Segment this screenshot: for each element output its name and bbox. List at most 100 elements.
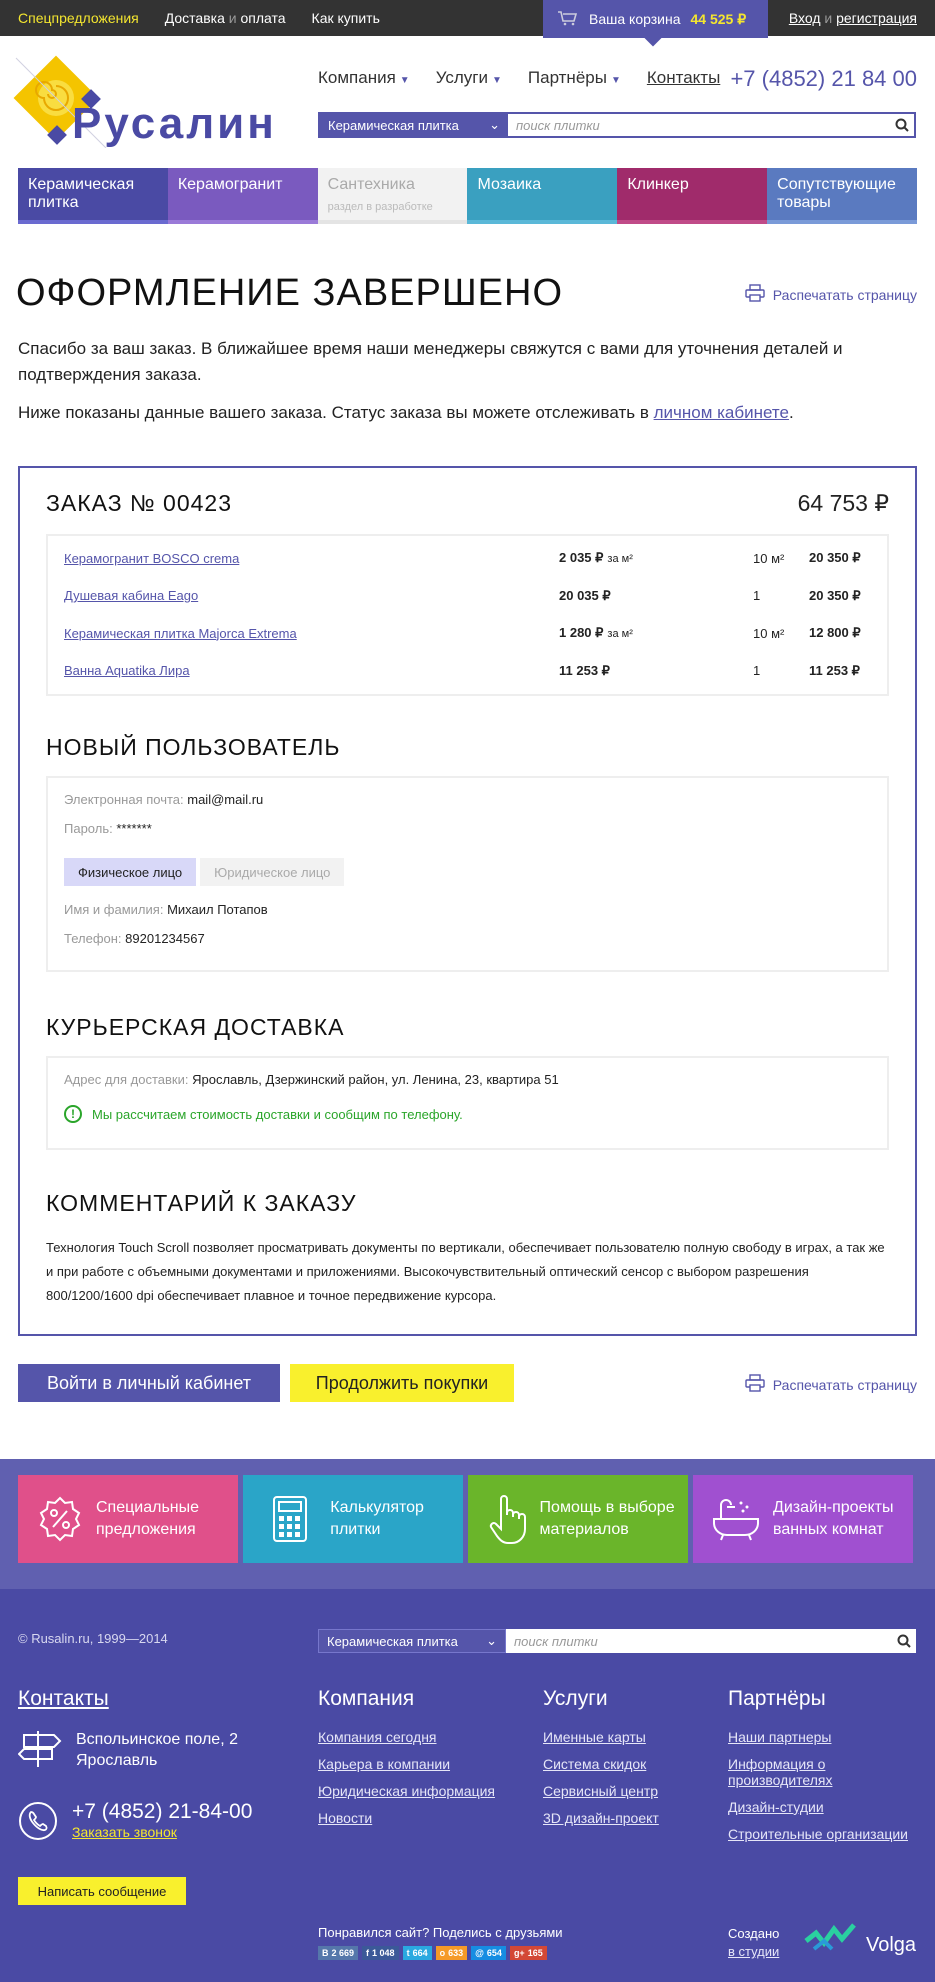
order-item-row: Керамическая плитка Majorca Extrema 1 280… [64, 615, 874, 651]
search-icon[interactable] [892, 1629, 916, 1653]
tab-legal-entity[interactable]: Юридическое лицо [200, 858, 345, 886]
order-item-qty: 10 м² [753, 551, 809, 566]
footer-link[interactable]: Именные карты [543, 1729, 723, 1745]
nav-item-services[interactable]: Услуги ▼ [436, 68, 502, 88]
header: Русалин Компания ▼ Услуги ▼ Партнёры ▼ Конт… [0, 36, 935, 166]
footer-link[interactable]: 3D дизайн-проект [543, 1810, 723, 1826]
address-row: Адрес для доставки: Ярославль, Дзержинск… [64, 1072, 871, 1087]
print-page-label: Распечатать страницу [772, 286, 917, 303]
promo-label: Специальные предложения [96, 1499, 200, 1538]
delivery-link[interactable]: Доставка и оплата [165, 10, 286, 26]
write-message-button[interactable]: Написать сообщение [18, 1877, 186, 1905]
cabinet-link[interactable]: личном кабинете [654, 403, 789, 422]
name-label: Имя и фамилия: [64, 902, 164, 917]
search-input[interactable]: поиск плитки [508, 114, 890, 136]
order-item-name-text: Душевая кабина Eago [64, 588, 199, 603]
footer-link[interactable]: Новости [318, 1810, 518, 1826]
category-tiles: Керамическая плитка Керамогранит Сантехник… [18, 168, 917, 224]
nav-item-contacts[interactable]: Контакты [647, 68, 720, 88]
category-tile[interactable]: Сопутствующие товары [767, 168, 917, 224]
promo-calculator[interactable]: Калькулятор плитки [243, 1475, 463, 1563]
special-offers-link[interactable]: Спецпредложения [18, 10, 139, 26]
search-category-select[interactable]: Керамическая плитка ⌄ [320, 114, 508, 136]
volga-logo[interactable]: Volga [804, 1913, 916, 1957]
nav-item-partners[interactable]: Партнёры ▼ [528, 68, 621, 88]
share-count: 2 669 [331, 1948, 355, 1958]
footer-link[interactable]: Карьера в компании [318, 1756, 518, 1772]
nav-item-company[interactable]: Компания ▼ [318, 68, 410, 88]
share-button[interactable]: t 664 [402, 1946, 432, 1960]
category-tile[interactable]: Клинкер [617, 168, 768, 224]
studio-link[interactable]: в студии [728, 1944, 779, 1959]
order-item-qty-text: 10 м² [753, 550, 785, 566]
order-item-price-text: 1 280 ₽ [559, 625, 604, 640]
order-total: 64 753 ₽ [797, 490, 889, 516]
top-bar: Спецпредложения Доставка и оплата Как ку… [0, 0, 935, 47]
category-tile[interactable]: Сантехника раздел в разработке [317, 168, 468, 224]
search-icon[interactable] [890, 114, 914, 136]
footer-phone[interactable]: +7 (4852) 21-84-00 [72, 1801, 252, 1822]
search-category-select[interactable]: Керамическая плитка ⌄ [318, 1629, 506, 1653]
footer-link[interactable]: Система скидок [543, 1756, 723, 1772]
comment-section-title: КОММЕНТАРИЙ К ЗАКАЗУ [46, 1190, 357, 1216]
search-input[interactable]: поиск плитки [506, 1629, 892, 1653]
order-item-qty-text: 10 м² [753, 625, 785, 641]
share-button[interactable]: В2 669 [318, 1946, 359, 1960]
print-page-link[interactable]: Распечатать страницу [745, 1374, 917, 1395]
order-item-name[interactable]: Керамогранит BOSCO crema [64, 551, 559, 566]
order-item-name[interactable]: Душевая кабина Eago [64, 588, 559, 603]
category-tile[interactable]: Мозаика [467, 168, 618, 224]
tab-individual[interactable]: Физическое лицо [64, 858, 197, 886]
category-tile[interactable]: Керамогранит [167, 168, 318, 224]
category-tile[interactable]: Керамическая плитка [18, 168, 168, 224]
phone-row: Телефон: 89201234567 [64, 931, 871, 946]
page-title: ОФОРМЛЕНИЕ ЗАВЕРШЕНО [16, 272, 564, 314]
promo-bath-design[interactable]: Дизайн-проекты ванных комнат [693, 1475, 913, 1563]
footer-link[interactable]: Сервисный центр [543, 1783, 723, 1799]
share-button[interactable]: f1 048 [362, 1946, 399, 1960]
header-search: Керамическая плитка ⌄ поиск плитки [318, 112, 916, 138]
footer-link[interactable]: Юридическая информация [318, 1783, 518, 1799]
how-to-buy-link[interactable]: Как купить [312, 10, 380, 26]
footer-link[interactable]: Компания сегодня [318, 1729, 518, 1745]
footer-link[interactable]: Строительные организации [728, 1826, 928, 1842]
and-word: и [228, 10, 237, 26]
footer-link[interactable]: Дизайн-студии [728, 1799, 928, 1815]
address-label: Адрес для доставки: [64, 1072, 189, 1087]
chevron-down-icon: ▼ [610, 75, 621, 86]
share-button[interactable]: о 633 [435, 1946, 468, 1960]
login-cabinet-button[interactable]: Войти в личный кабинет [18, 1364, 280, 1402]
promo-label: Помощь в выборе материалов [539, 1499, 675, 1538]
order-item-name[interactable]: Керамическая плитка Majorca Extrema [64, 626, 559, 641]
footer-link[interactable]: Наши партнеры [728, 1729, 928, 1745]
footer-link[interactable]: Информация о производителях [728, 1756, 928, 1788]
order-item-qty: 1 [753, 663, 809, 678]
share-count: 633 [448, 1948, 464, 1958]
login-link[interactable]: Вход [789, 10, 821, 26]
phone-label: Телефон: [64, 931, 122, 946]
footer-contacts-title[interactable]: Контакты [18, 1687, 278, 1711]
share-button[interactable]: g+ 165 [509, 1946, 547, 1960]
share-button[interactable]: @654 [471, 1946, 506, 1960]
footer-phone-block: +7 (4852) 21-84-00 Заказать звонок [18, 1801, 278, 1847]
promo-help-choosing[interactable]: Помощь в выборе материалов [468, 1475, 688, 1563]
delivery-word[interactable]: Доставка [165, 10, 225, 26]
share-title: Понравился сайт? Поделись с друзьями [318, 1925, 563, 1940]
print-page-link[interactable]: Распечатать страницу [745, 284, 917, 305]
promo-special-offers[interactable]: Специальные предложения [18, 1475, 238, 1563]
nav-label: Партнёры [527, 68, 607, 87]
payment-word[interactable]: оплата [240, 10, 285, 26]
percent-icon [36, 1487, 84, 1551]
continue-shopping-button[interactable]: Продолжить покупки [290, 1364, 514, 1402]
header-phone[interactable]: +7 (4852) 21 84 00 [730, 66, 917, 92]
order-summary: ЗАКАЗ № 00423 64 753 ₽ Керамогранит BOSC… [18, 466, 917, 1336]
logo[interactable]: Русалин [10, 52, 292, 149]
order-item-total-text: 20 350 ₽ [809, 550, 861, 565]
callback-link[interactable]: Заказать звонок [72, 1824, 177, 1840]
register-link[interactable]: регистрация [836, 10, 917, 26]
footer-col-partners: Партнёры Наши партнеры Информация о произв… [728, 1687, 928, 1853]
cart-button[interactable]: Ваша корзина 44 525 ₽ [543, 0, 768, 47]
order-item-name[interactable]: Ванна Aquatika Лира [64, 663, 559, 678]
footer-col-title: Компания [318, 1687, 415, 1710]
order-item-price-text: 11 253 ₽ [559, 662, 610, 678]
